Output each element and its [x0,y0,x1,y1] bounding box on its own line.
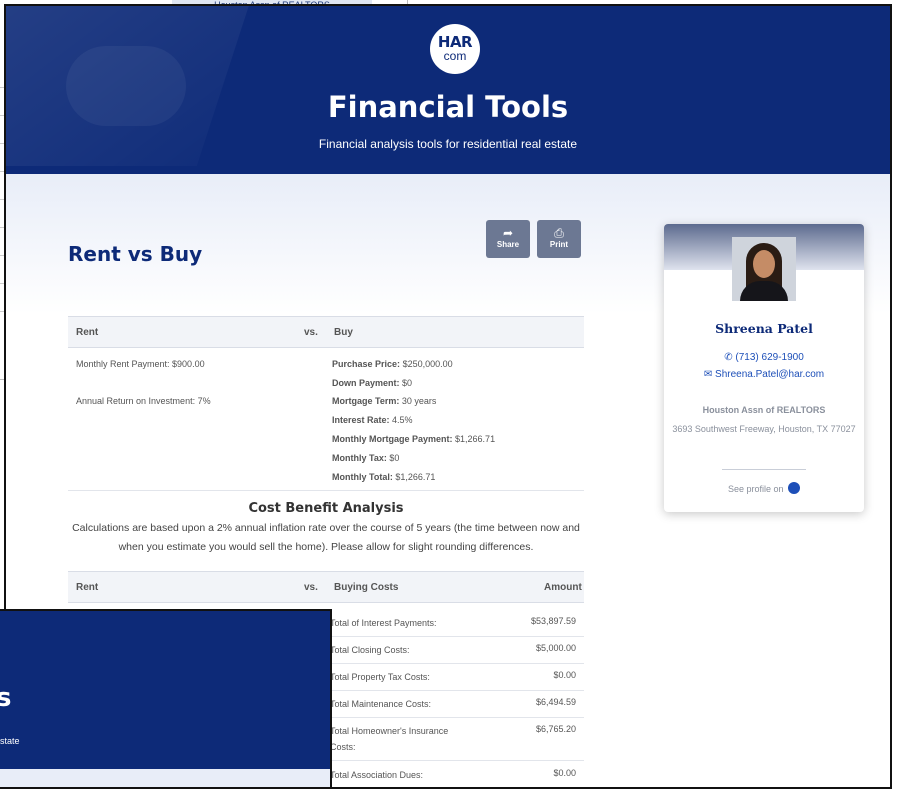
row-divider [326,663,584,664]
row-divider [326,717,584,718]
agent-email: Shreena.Patel@har.com [715,369,825,380]
har-logo[interactable]: HAR com [430,24,480,74]
buy-item: Monthly Total: $1,266.71 [332,472,436,482]
cba-title: Cost Benefit Analysis [248,501,404,516]
cba-header-row: Rent vs. Buying Costs Amount [68,571,584,603]
cba-buying-costs-header: Buying Costs [334,582,399,593]
cost-amount: $6,494.59 [535,697,576,707]
row-divider [326,690,584,691]
cost-amount: $5,000.00 [535,643,576,653]
agent-phone: (713) 629-1900 [735,352,804,363]
see-profile-link[interactable]: See profile on [664,482,864,494]
cba-vs-header: vs. [304,582,318,593]
hero-subtitle: Financial analysis tools for residential… [318,137,578,151]
agent-address: 3693 Southwest Freeway, Houston, TX 7702… [672,424,856,434]
front-title-fragment: s [0,683,11,713]
buy-item: Down Payment: $0 [332,378,413,388]
logo-top-text: HAR [437,33,473,51]
agent-phone-link[interactable]: ✆ (713) 629-1900 [664,352,864,363]
logo-bottom-text: com [443,49,467,63]
print-button[interactable]: ⎙ Print [537,220,581,258]
cba-amount-header: Amount [544,582,582,593]
share-label: Share [496,240,520,249]
cost-amount: $0.00 [553,670,576,680]
cost-amount: $0.00 [553,768,576,778]
rent-item: Monthly Rent Payment: $900.00 [76,359,205,369]
front-window: s state [0,609,332,789]
rent-item: Annual Return on Investment: 7% [76,396,211,406]
cost-label: Total Closing Costs: [330,645,410,655]
cba-rent-header: Rent [76,582,99,593]
buy-item: Purchase Price: $250,000.00 [332,359,453,369]
see-profile-text: See profile on [727,484,784,494]
share-icon: ➦ [502,226,514,240]
print-icon: ⎙ [554,226,564,240]
card-divider [722,469,806,470]
share-button[interactable]: ➦ Share [486,220,530,258]
buy-item: Interest Rate: 4.5% [332,415,413,425]
front-subtitle-fragment: state [0,736,20,746]
cost-label: Total Association Dues: [330,770,424,780]
page-title: Rent vs Buy [68,242,203,266]
agent-email-link[interactable]: ✉ Shreena.Patel@har.com [664,369,864,380]
buy-header: Buy [334,327,353,338]
print-label: Print [549,240,569,249]
har-badge-icon [788,482,801,494]
front-hero: s state [0,611,330,769]
row-divider [326,760,584,761]
section-divider [68,490,584,491]
rent-header: Rent [76,327,99,338]
hero-title: Financial Tools [327,90,569,124]
cba-description: Calculations are based upon a 2% annual … [72,522,580,553]
front-content [0,769,330,787]
buy-item: Mortgage Term: 30 years [332,396,437,406]
cost-label: Total Property Tax Costs: [330,672,430,682]
buy-item: Monthly Tax: $0 [332,453,400,463]
hero-banner: HAR com Financial Tools Financial analys… [6,6,890,174]
envelope-icon: ✉ [703,369,713,380]
cost-amount: $53,897.59 [530,616,576,626]
phone-icon: ✆ [724,352,733,363]
agent-name[interactable]: Shreena Patel [664,321,864,336]
cost-label: Total of Interest Payments: [330,618,437,628]
agent-card: Shreena Patel ✆ (713) 629-1900 ✉ Shreena… [664,224,864,512]
vs-header: vs. [304,327,318,338]
buy-item: Monthly Mortgage Payment: $1,266.71 [332,434,496,444]
rent-buy-header-row: Rent vs. Buy [68,316,584,348]
cost-amount: $6,765.20 [535,724,576,734]
agent-photo [732,237,796,301]
agent-org: Houston Assn of REALTORS [702,405,826,415]
cost-label: Total Maintenance Costs: [330,699,432,709]
row-divider [326,636,584,637]
cost-label: Total Homeowner's Insurance Costs: [330,726,449,752]
